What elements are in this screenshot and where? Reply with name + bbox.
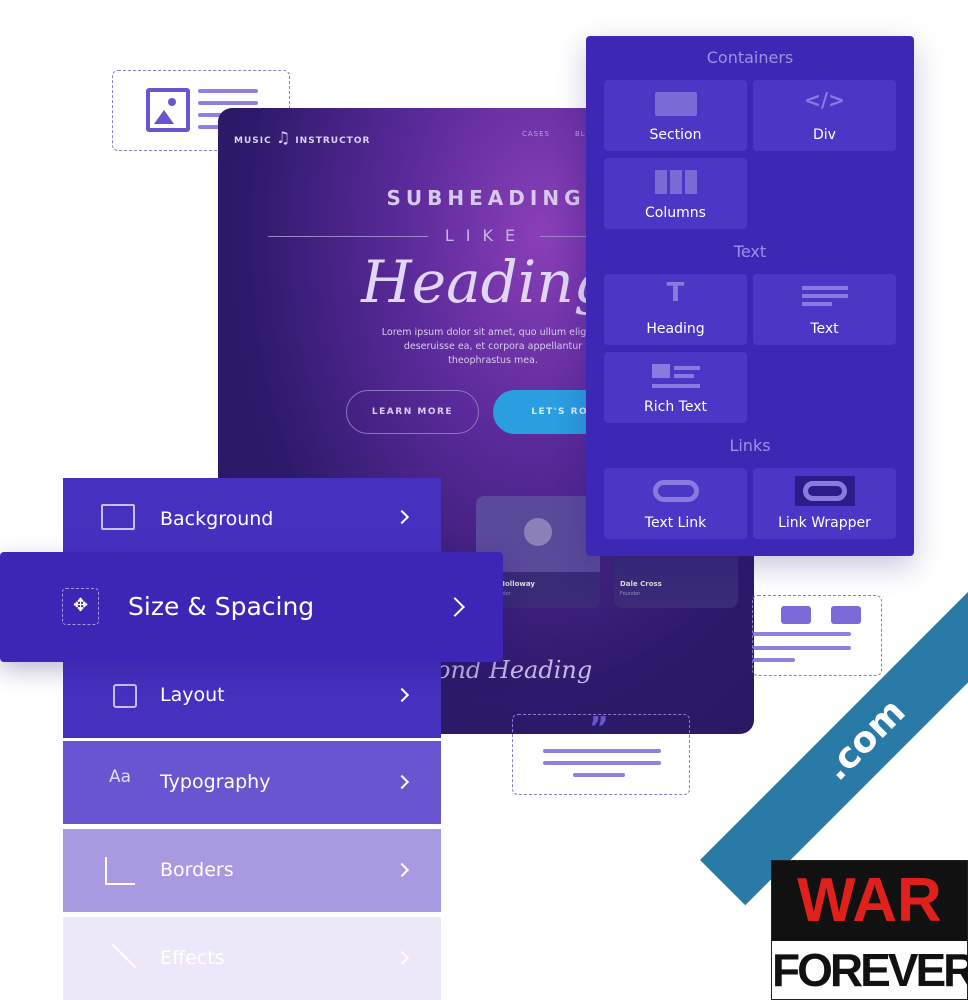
text-icon [801, 286, 848, 306]
columns-icon [654, 170, 697, 194]
menu-background[interactable]: Background [63, 478, 441, 554]
section-icon [654, 92, 697, 116]
image-icon [146, 88, 190, 132]
element-text[interactable]: Text [753, 274, 896, 345]
element-section[interactable]: Section [604, 80, 747, 151]
link-icon [652, 480, 699, 502]
menu-layout[interactable]: Layout [63, 660, 441, 738]
image-icon [101, 504, 135, 530]
menu-borders[interactable]: Borders [63, 829, 441, 912]
music-note-icon: ♫ [275, 128, 292, 147]
typography-icon: Aa [109, 767, 132, 787]
element-columns[interactable]: Columns [604, 158, 747, 229]
quote-placeholder: ” [512, 711, 690, 795]
watermark-logo: WAR FOREVER [771, 860, 968, 1000]
effects-icon [111, 943, 137, 969]
link-wrapper-icon [794, 476, 855, 506]
borders-icon [105, 857, 135, 885]
elements-panel: Containers Section </> Div Columns Text … [586, 36, 914, 556]
menu-effects[interactable]: Effects [63, 917, 441, 1000]
brand-logo: MUSIC ♫ INSTRUCTOR [234, 128, 371, 147]
nav-cases[interactable]: CASES [522, 130, 550, 138]
buttons-placeholder [752, 595, 882, 676]
menu-typography[interactable]: Aa Typography [63, 741, 441, 824]
quote-icon: ” [589, 711, 609, 746]
element-rich-text[interactable]: Rich Text [604, 352, 747, 423]
rich-text-icon [651, 364, 700, 390]
heading-icon: T [666, 278, 685, 308]
learn-more-button[interactable]: LEARN MORE [346, 390, 479, 434]
body-text: Lorem ipsum dolor sit amet, quo ullum el… [381, 327, 605, 366]
section-title-text: Text [733, 242, 767, 261]
play-icon [524, 518, 552, 546]
section-title-containers: Containers [706, 48, 794, 67]
element-link-wrapper[interactable]: Link Wrapper [753, 468, 896, 539]
move-icon: ✥ [62, 588, 99, 625]
element-heading[interactable]: T Heading [604, 274, 747, 345]
code-icon: </> [804, 88, 845, 112]
section-title-links: Links [729, 436, 771, 455]
layout-icon [113, 684, 137, 708]
menu-size-spacing[interactable]: ✥ Size & Spacing [0, 552, 503, 662]
element-div[interactable]: </> Div [753, 80, 896, 151]
element-text-link[interactable]: Text Link [604, 468, 747, 539]
